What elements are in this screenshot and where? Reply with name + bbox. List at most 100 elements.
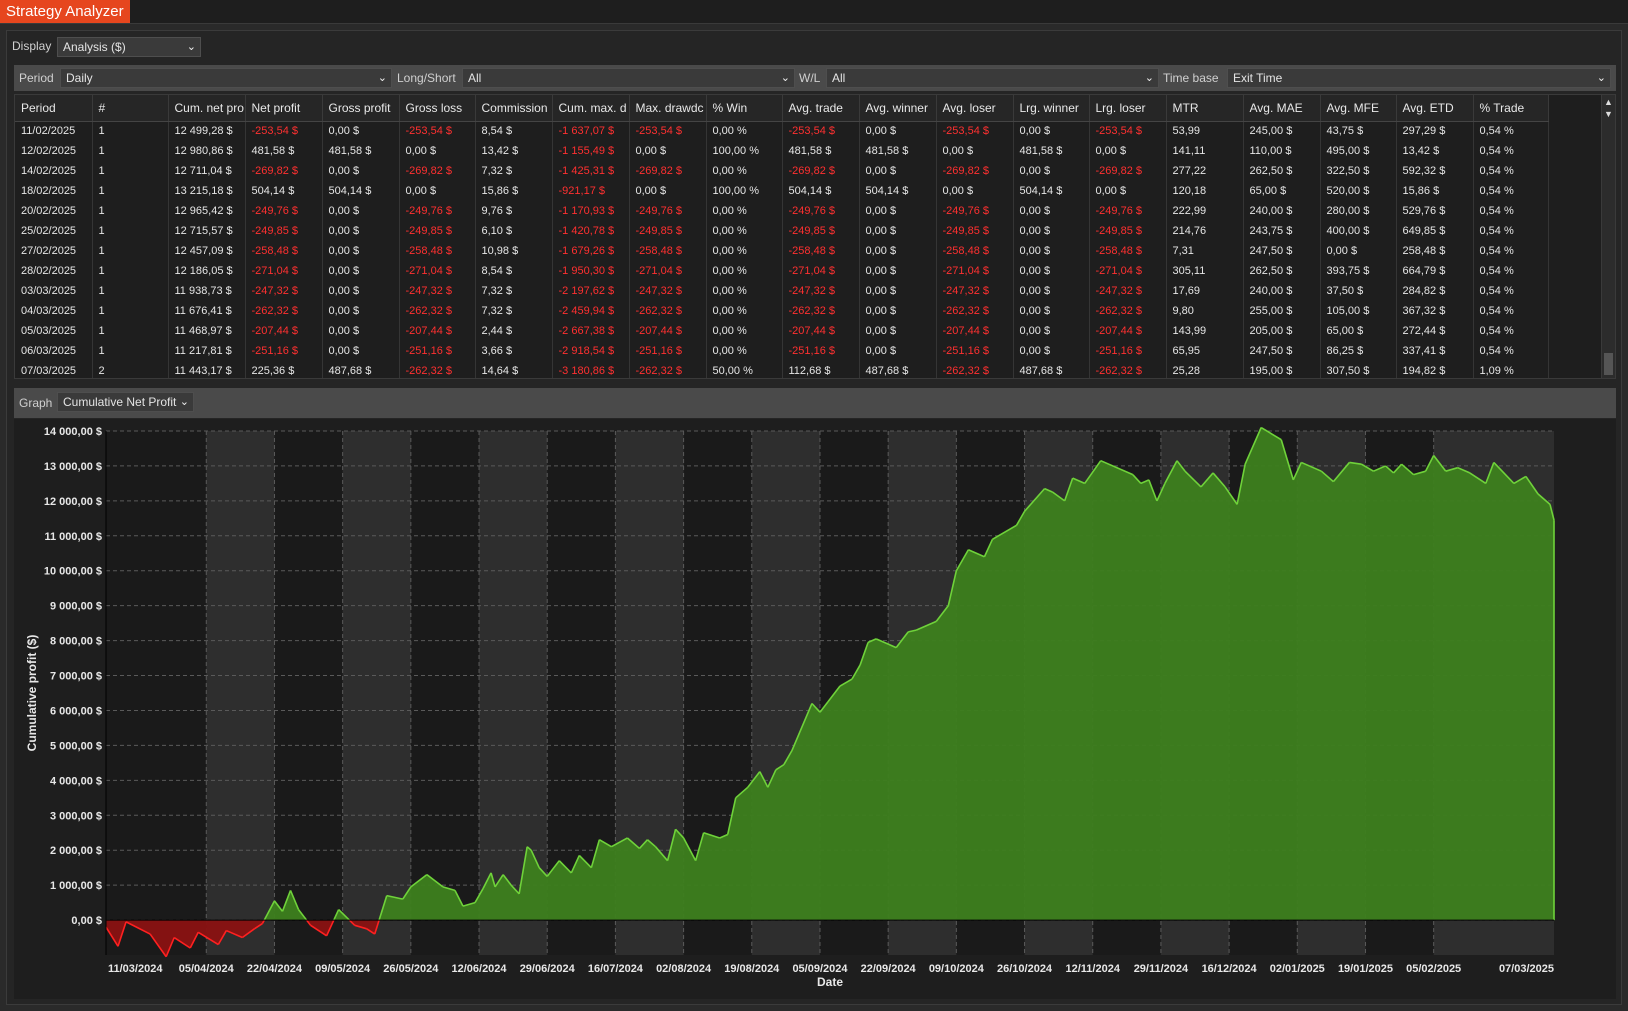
table-cell: -253,54 $ xyxy=(399,121,476,141)
chevron-down-icon[interactable]: ⌄ xyxy=(180,393,189,411)
table-cell: 0,00 $ xyxy=(322,301,400,321)
table-cell: 6,10 $ xyxy=(475,221,553,241)
y-tick-label: 9 000,00 $ xyxy=(50,601,102,613)
column-header[interactable]: Avg. winner xyxy=(859,95,937,122)
table-cell: 0,00 $ xyxy=(1013,221,1090,241)
column-header[interactable]: Avg. ETD xyxy=(1396,95,1474,122)
table-cell: 9,80 xyxy=(1166,301,1244,321)
time-base-dropdown[interactable]: Exit Time ⌄ xyxy=(1227,68,1611,88)
table-cell: 1 xyxy=(92,261,169,281)
column-header[interactable]: # xyxy=(92,95,169,122)
table-cell: 65,95 xyxy=(1166,341,1244,361)
vertical-scrollbar[interactable]: ▲ ▼ xyxy=(1601,95,1615,378)
table-cell: 0,00 $ xyxy=(1013,121,1090,141)
window-title-tab[interactable]: Strategy Analyzer xyxy=(0,0,130,23)
chevron-down-icon[interactable]: ⌄ xyxy=(781,69,790,87)
column-header[interactable]: % Win xyxy=(706,95,783,122)
table-cell: -249,76 $ xyxy=(782,201,860,221)
chevron-down-icon[interactable]: ⌄ xyxy=(1597,69,1606,87)
column-header[interactable]: Period xyxy=(15,95,93,122)
long-short-dropdown[interactable]: All ⌄ xyxy=(462,68,795,88)
table-row[interactable]: 03/03/2025 1 11 938,73 $ -247,32 $0,00 $ -24… xyxy=(15,281,1549,301)
table-cell: -271,04 $ xyxy=(399,261,476,281)
table-cell: 504,14 $ xyxy=(245,181,323,201)
table-cell: 05/03/2025 xyxy=(15,321,93,341)
table-row[interactable]: 28/02/2025 1 12 186,05 $ -271,04 $0,00 $ -27… xyxy=(15,261,1549,281)
table-row[interactable]: 04/03/2025 1 11 676,41 $ -262,32 $0,00 $ -26… xyxy=(15,301,1549,321)
table-row[interactable]: 05/03/2025 1 11 468,97 $ -207,44 $0,00 $ -20… xyxy=(15,321,1549,341)
table-row[interactable]: 25/02/2025 1 12 715,57 $ -249,85 $0,00 $ -24… xyxy=(15,221,1549,241)
table-cell: -258,48 $ xyxy=(782,241,860,261)
table-row[interactable]: 11/02/2025 1 12 499,28 $ -253,54 $0,00 $ -25… xyxy=(15,121,1549,141)
display-dropdown[interactable]: Analysis ($) ⌄ xyxy=(57,37,201,57)
scroll-up-icon[interactable]: ▲ xyxy=(1604,97,1613,107)
column-header[interactable]: Gross loss xyxy=(399,95,476,122)
table-cell: -1 420,78 $ xyxy=(552,221,630,241)
table-cell: 0,00 $ xyxy=(322,161,400,181)
table-cell: -262,32 $ xyxy=(399,361,476,378)
column-header[interactable]: Avg. MFE xyxy=(1320,95,1397,122)
scroll-thumb[interactable] xyxy=(1604,353,1613,375)
column-header[interactable]: Net profit xyxy=(245,95,323,122)
table-row[interactable]: 20/02/2025 1 12 965,42 $ -249,76 $0,00 $ -24… xyxy=(15,201,1549,221)
analysis-grid: Period # Cum. net pro Net profit Gross profi… xyxy=(14,94,1616,379)
y-tick-label: 7 000,00 $ xyxy=(50,671,102,683)
column-header[interactable]: Commission xyxy=(475,95,553,122)
table-cell: 0,00 % xyxy=(706,301,783,321)
column-header[interactable]: Lrg. loser xyxy=(1089,95,1167,122)
table-cell: 487,68 $ xyxy=(1013,361,1090,378)
x-axis-title: Date xyxy=(817,975,843,989)
table-cell: 0,00 $ xyxy=(859,121,937,141)
table-cell: -271,04 $ xyxy=(1089,261,1167,281)
table-cell: 1 xyxy=(92,321,169,341)
column-header[interactable]: Avg. MAE xyxy=(1243,95,1321,122)
column-header[interactable]: Avg. trade xyxy=(782,95,860,122)
table-row[interactable]: 06/03/2025 1 11 217,81 $ -251,16 $0,00 $ -25… xyxy=(15,341,1549,361)
scroll-down-icon[interactable]: ▼ xyxy=(1604,109,1613,119)
table-cell: -262,32 $ xyxy=(782,301,860,321)
graph-type-dropdown[interactable]: Cumulative Net Profit ⌄ xyxy=(57,392,194,412)
table-row[interactable]: 18/02/2025 1 13 215,18 $504,14 $504,14 $0,… xyxy=(15,181,1549,201)
table-cell: -249,85 $ xyxy=(1089,221,1167,241)
column-header[interactable]: MTR xyxy=(1166,95,1244,122)
table-cell: 0,00 $ xyxy=(936,181,1014,201)
y-tick-label: 2 000,00 $ xyxy=(50,845,102,857)
wl-dropdown[interactable]: All ⌄ xyxy=(826,68,1159,88)
x-tick-label: 26/10/2024 xyxy=(997,963,1053,975)
table-cell: 0,00 $ xyxy=(1013,341,1090,361)
period-dropdown[interactable]: Daily ⌄ xyxy=(60,68,392,88)
column-header[interactable]: Gross profit xyxy=(322,95,400,122)
column-header[interactable]: Max. drawdc xyxy=(629,95,707,122)
column-header[interactable]: % Trade xyxy=(1473,95,1549,122)
table-cell: -249,76 $ xyxy=(629,201,707,221)
table-row[interactable]: 07/03/2025 2 11 443,17 $225,36 $487,68 $ -2… xyxy=(15,361,1549,378)
chevron-down-icon[interactable]: ⌄ xyxy=(187,38,196,56)
table-cell: 0,00 % xyxy=(706,241,783,261)
column-header[interactable]: Lrg. winner xyxy=(1013,95,1090,122)
chevron-down-icon[interactable]: ⌄ xyxy=(378,69,387,87)
table-cell: 0,00 % xyxy=(706,321,783,341)
x-tick-label: 02/08/2024 xyxy=(656,963,712,975)
table-cell: -247,32 $ xyxy=(245,281,323,301)
table-row[interactable]: 12/02/2025 1 12 980,86 $481,58 $481,58 $0,… xyxy=(15,141,1549,161)
table-cell: 1 xyxy=(92,341,169,361)
table-cell: 0,54 % xyxy=(1473,221,1549,241)
table-cell: 1 xyxy=(92,241,169,261)
table-cell: 205,00 $ xyxy=(1243,321,1321,341)
table-cell: 0,00 $ xyxy=(859,221,937,241)
column-header[interactable]: Cum. net pro xyxy=(168,95,246,122)
table-cell: 0,00 $ xyxy=(1013,281,1090,301)
chevron-down-icon[interactable]: ⌄ xyxy=(1145,69,1154,87)
table-cell: 247,50 $ xyxy=(1243,341,1321,361)
table-cell: -207,44 $ xyxy=(399,321,476,341)
table-cell: 280,00 $ xyxy=(1320,201,1397,221)
x-tick-label: 09/10/2024 xyxy=(929,963,985,975)
column-header[interactable]: Avg. loser xyxy=(936,95,1014,122)
table-cell: 0,54 % xyxy=(1473,241,1549,261)
table-cell: 25,28 xyxy=(1166,361,1244,378)
table-cell: -251,16 $ xyxy=(1089,341,1167,361)
column-header[interactable]: Cum. max. d xyxy=(552,95,630,122)
table-row[interactable]: 14/02/2025 1 12 711,04 $ -269,82 $0,00 $ -26… xyxy=(15,161,1549,181)
table-row[interactable]: 27/02/2025 1 12 457,09 $ -258,48 $0,00 $ -25… xyxy=(15,241,1549,261)
table-cell: 53,99 xyxy=(1166,121,1244,141)
